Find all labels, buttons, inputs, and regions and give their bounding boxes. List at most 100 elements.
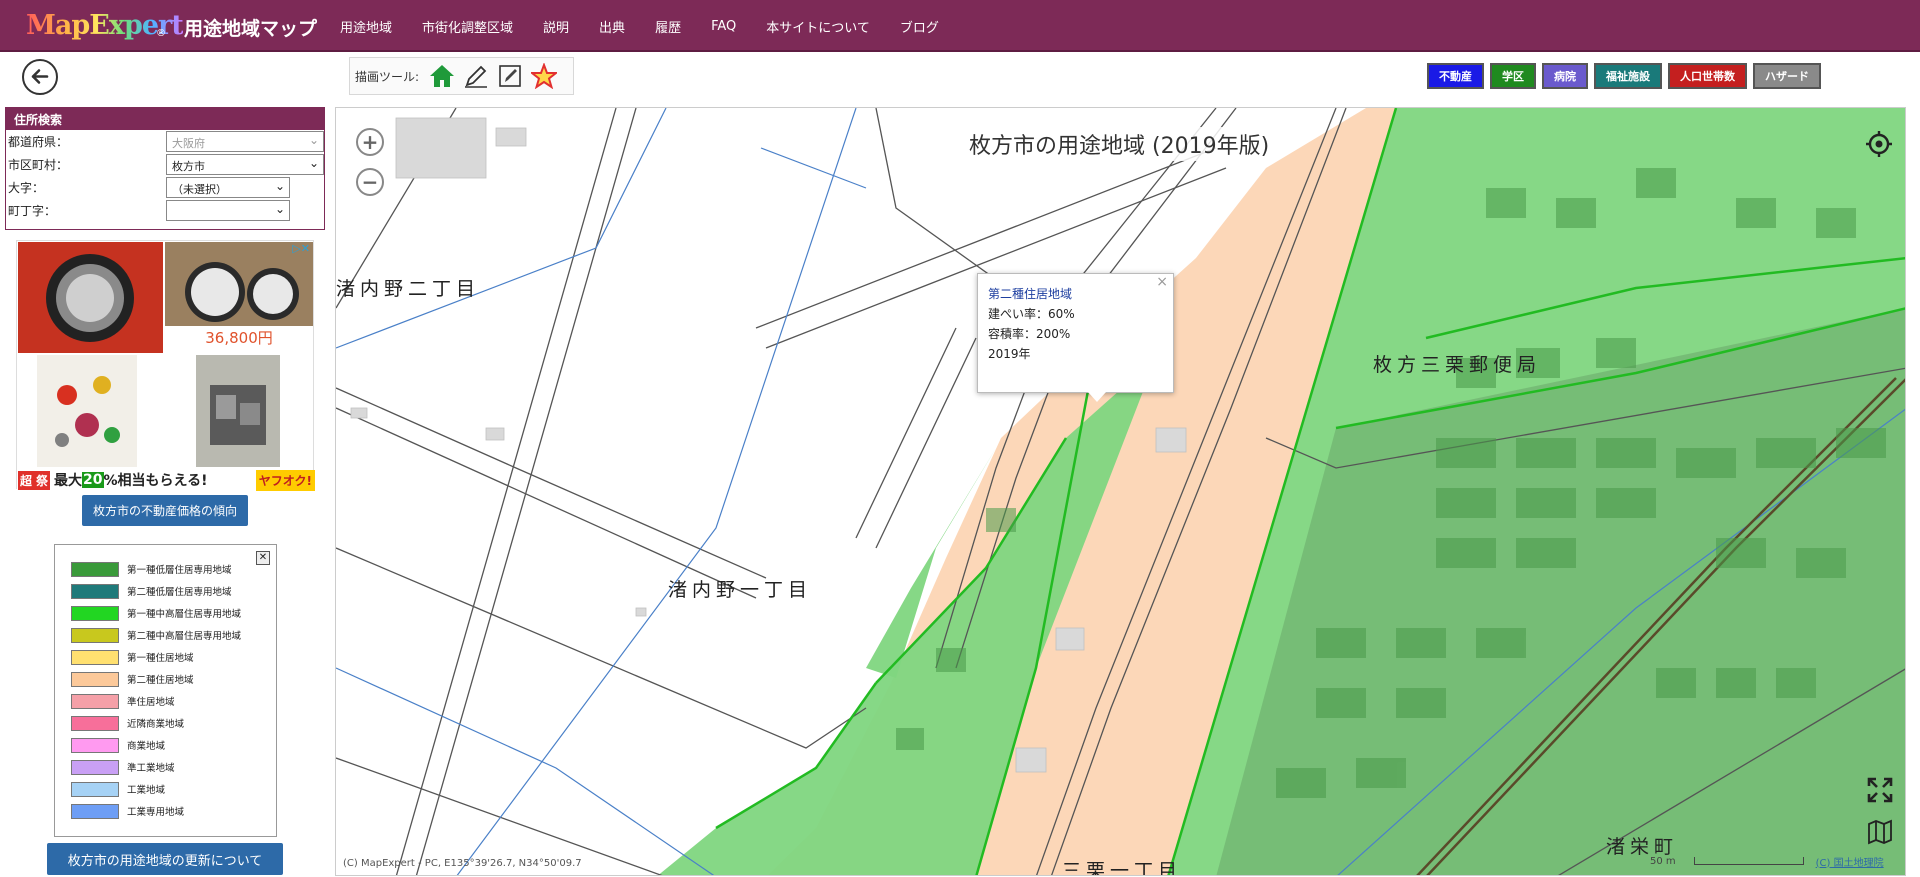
zoning-update-button[interactable]: 枚方市の用途地域の更新について [47, 843, 283, 875]
app-header: MapExpert ® 用途地域マップ 用途地域 市街化調整区域 説明 出典 履… [0, 0, 1920, 52]
locate-icon[interactable] [1865, 130, 1893, 158]
city-value: 枚方市 [172, 160, 205, 173]
map-canvas[interactable] [336, 108, 1906, 876]
ad-banner-badge-b: 祭 [34, 470, 51, 490]
layer-hospital-button[interactable]: 病院 [1542, 63, 1588, 89]
legend-item: 第一種中高層住居専用地域 [71, 604, 241, 622]
popup-close-icon[interactable]: × [1156, 272, 1168, 292]
chome-label: 町丁字： [8, 204, 57, 218]
map-attribution: (C) MapExpert - PC, E135°39'26.7, N34°50… [343, 858, 582, 869]
headlight-image [18, 242, 163, 353]
zone-info-popup: × 第二種住居地域 建ぺい率：60% 容積率：200% 2019年 [977, 272, 1174, 402]
nav-faq[interactable]: FAQ [711, 19, 736, 34]
legend-item: 第二種住居地域 [71, 670, 194, 688]
legend-label: 第一種住居地域 [127, 653, 194, 664]
ad-banner-text-1: 最大 [54, 473, 83, 489]
map-label-area1: 渚内野二丁目 [336, 278, 481, 300]
logo-registered-mark: ® [156, 28, 166, 39]
main-nav: 用途地域 市街化調整区域 説明 出典 履歴 FAQ 本サイトについて ブログ [340, 0, 969, 52]
legend-item: 工業専用地域 [71, 802, 184, 820]
arrow-left-icon [31, 69, 49, 84]
legend-label: 第一種低層住居専用地域 [127, 565, 232, 576]
back-button[interactable] [22, 59, 58, 95]
ad-banner[interactable]: 超 祭 最大 20 %相当もらえる! ヤフオク! [17, 469, 315, 491]
nav-setsumei[interactable]: 説明 [543, 17, 569, 36]
address-search-title: 住所検索 [6, 108, 324, 130]
house-icon [430, 65, 455, 87]
engine-image [196, 355, 280, 467]
ad-banner-number: 20 [82, 472, 104, 488]
ad-banner-brand: ヤフオク! [255, 469, 315, 491]
chome-select[interactable]: ⌄ [166, 200, 290, 221]
legend-swatch [71, 781, 119, 797]
draw-toolbar-label: 描画ツール: [355, 69, 420, 84]
legend-swatch [71, 627, 119, 643]
legend-item: 近隣商業地域 [71, 714, 184, 732]
legend-item: 第二種中高層住居専用地域 [71, 626, 241, 644]
layer-school-button[interactable]: 学区 [1490, 63, 1536, 89]
legend-label: 準工業地域 [127, 763, 175, 774]
nav-youto-chiiki[interactable]: 用途地域 [340, 17, 392, 36]
chevron-down-icon: ⌄ [274, 202, 285, 216]
app-title[interactable]: 用途地域マップ [184, 14, 317, 41]
legend-label: 工業専用地域 [127, 807, 185, 818]
nav-shigaika[interactable]: 市街化調整区域 [422, 17, 513, 36]
popup-zone-name: 第二種住居地域 [988, 287, 1073, 301]
legend-item: 第一種低層住居専用地域 [71, 560, 232, 578]
nav-rireki[interactable]: 履歴 [655, 17, 681, 36]
layer-buttons: 不動産 学区 病院 福祉施設 人口世帯数 ハザード [1427, 63, 1827, 89]
legend-swatch [71, 671, 119, 687]
house-tool-button[interactable] [425, 60, 459, 92]
pencil-tool-button[interactable] [459, 60, 493, 92]
legend-swatch [71, 605, 119, 621]
legend-label: 工業地域 [127, 785, 166, 796]
layer-hazard-button[interactable]: ハザード [1753, 63, 1821, 89]
nav-blog[interactable]: ブログ [900, 17, 939, 36]
address-search-panel: 住所検索 都道府県： 大阪府 ⌄ 市区町村： 枚方市 ⌄ 大字： （未選択） ⌄… [5, 107, 325, 230]
zoning-map[interactable]: + − 枚方市の用途地域 (2019年版) 渚内野二丁目 渚内野一丁目 枚方三栗… [335, 107, 1906, 876]
legend-item: 準住居地域 [71, 692, 175, 710]
advertisement[interactable]: 36,800円 ▷✕ 超 祭 最大 20 %相当もらえる! ヤフオク! [16, 240, 315, 491]
parts-image [37, 355, 137, 467]
map-label-area2: 渚内野一丁目 [668, 579, 813, 601]
nav-shutten[interactable]: 出典 [599, 17, 625, 36]
ad-choices-icon[interactable]: ▷✕ [292, 242, 310, 255]
legend-swatch [71, 693, 119, 709]
zoom-in-button[interactable]: + [356, 128, 384, 156]
scale-bar [1693, 857, 1804, 865]
legend-close-icon[interactable]: ✕ [256, 551, 270, 565]
legend-label: 準住居地域 [127, 697, 175, 708]
layer-population-button[interactable]: 人口世帯数 [1668, 63, 1747, 89]
zoom-out-button[interactable]: − [356, 168, 384, 196]
star-tool-button[interactable] [527, 60, 561, 92]
legend-item: 第二種低層住居専用地域 [71, 582, 232, 600]
oaza-select[interactable]: （未選択） ⌄ [166, 177, 290, 198]
marker-icon [499, 65, 521, 87]
oaza-value: （未選択） [172, 183, 227, 196]
pencil-icon [465, 65, 488, 88]
price-trend-button[interactable]: 枚方市の不動産価格の傾向 [82, 495, 248, 526]
popup-floor-ratio: 容積率：200% [988, 327, 1071, 341]
legend-swatch [71, 715, 119, 731]
legend-swatch [71, 803, 119, 819]
layer-welfare-button[interactable]: 福祉施設 [1594, 63, 1662, 89]
popup-coverage: 建ぺい率：60% [988, 307, 1075, 321]
layer-realestate-button[interactable]: 不動産 [1427, 63, 1484, 89]
marker-tool-button[interactable] [493, 60, 527, 92]
legend-swatch [71, 583, 119, 599]
star-icon [531, 63, 558, 89]
nav-about[interactable]: 本サイトについて [766, 17, 870, 36]
legend-swatch [71, 649, 119, 665]
prefecture-select[interactable]: 大阪府 ⌄ [166, 131, 324, 152]
gsi-credit-link[interactable]: (C) 国土地理院 [1816, 854, 1884, 869]
chevron-down-icon: ⌄ [308, 133, 319, 147]
map-book-icon[interactable] [1867, 819, 1893, 845]
scale-label: 50 m [1650, 855, 1676, 867]
legend-item: 準工業地域 [71, 758, 175, 776]
fullscreen-icon[interactable] [1867, 777, 1893, 803]
oaza-label: 大字： [8, 181, 45, 195]
city-select[interactable]: 枚方市 ⌄ [166, 154, 324, 175]
zoom-controls: + − [356, 128, 384, 208]
legend-label: 第二種低層住居専用地域 [127, 587, 232, 598]
legend-label: 商業地域 [127, 741, 166, 752]
